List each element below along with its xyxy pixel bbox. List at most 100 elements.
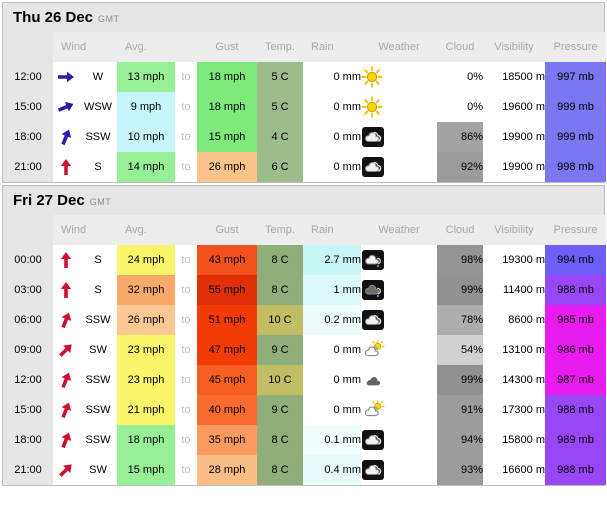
table-row: 21:00 SW 15 mph to 28 mph 8 C 0.4 mm 93% 16600 m… [3, 455, 606, 485]
range-separator: to [181, 374, 191, 386]
table-row: 12:00 W 13 mph to 18 mph 5 C0 mm 0% 18500 m 997 … [3, 62, 606, 92]
wind-gust-cell: 28 mph [197, 455, 257, 485]
rain-cell: 0 mm [303, 122, 361, 152]
visibility-cell: 19300 m [483, 245, 545, 275]
temperature-cell: 4 C [257, 122, 303, 152]
wind-direction-label: SW [89, 464, 107, 476]
row-time: 03:00 [3, 275, 53, 305]
temperature-cell: 5 C [257, 92, 303, 122]
wind-direction-label: SSW [85, 131, 111, 143]
wind-direction-arrow [53, 395, 79, 425]
day-block: Thu 26 Dec GMT Wind Avg. Gust Temp. Rain Weathe… [2, 2, 606, 183]
visibility-cell: 19900 m [483, 122, 545, 152]
wind-avg-cell: 23 mph [117, 365, 175, 395]
temperature-cell: 5 C [257, 62, 303, 92]
row-time: 00:00 [3, 245, 53, 275]
cloud-cell: 92% [437, 152, 483, 182]
range-separator: to [181, 101, 191, 113]
visibility-cell: 16600 m [483, 455, 545, 485]
wind-avg-cell: 24 mph [117, 245, 175, 275]
weather-cell [361, 335, 437, 365]
weather-cell [361, 92, 437, 122]
pressure-cell: 994 mb [545, 245, 606, 275]
pressure-cell: 986 mb [545, 335, 606, 365]
sun-cloud-icon [361, 399, 385, 421]
cloud-cell: 86% [437, 122, 483, 152]
wind-gust-cell: 45 mph [197, 365, 257, 395]
temperature-cell: 9 C [257, 395, 303, 425]
cloud-cell: 0% [437, 92, 483, 122]
wind-gust-cell: 18 mph [197, 62, 257, 92]
temperature-cell: 9 C [257, 335, 303, 365]
wind-gust-cell: 43 mph [197, 245, 257, 275]
table-row: 15:00 SSW 21 mph to 40 mph 9 C0 mm 91% 17300 m9… [3, 395, 606, 425]
pressure-cell: 987 mb [545, 365, 606, 395]
header-wind: Wind [53, 32, 117, 62]
table-row: 00:00 S 24 mph to 43 mph 8 C 2.7 mm 98% 19300 m9… [3, 245, 606, 275]
wind-gust-cell: 51 mph [197, 305, 257, 335]
header-rain: Rain [303, 32, 361, 62]
day-timezone-label: GMT [89, 197, 112, 207]
pressure-cell: 989 mb [545, 425, 606, 455]
wind-direction-label: SSW [85, 374, 111, 386]
day-date-label: Thu 26 Dec [13, 9, 94, 26]
weather-cell [361, 365, 437, 395]
header-avg: Avg. [117, 215, 197, 245]
wind-gust-cell: 55 mph [197, 275, 257, 305]
wind-gust-cell: 26 mph [197, 152, 257, 182]
row-time: 18:00 [3, 425, 53, 455]
wind-avg-cell: 9 mph [117, 92, 175, 122]
wind-direction-label: SW [89, 344, 107, 356]
row-time: 06:00 [3, 305, 53, 335]
pressure-cell: 998 mb [545, 152, 606, 182]
wind-avg-cell: 21 mph [117, 395, 175, 425]
table-row: 18:00 SSW 10 mph to 15 mph 4 C0 mm 86% 19900 m9… [3, 122, 606, 152]
weather-cell [361, 305, 437, 335]
table-row: 18:00 SSW 18 mph to 35 mph 8 C 0.1 mm 94% 15800 … [3, 425, 606, 455]
wind-gust-cell: 15 mph [197, 122, 257, 152]
range-separator: to [181, 344, 191, 356]
sunny-icon [361, 96, 385, 118]
table-header-row: Wind Avg. Gust Temp. Rain Weather Cloud Visibil… [3, 32, 606, 62]
temperature-cell: 10 C [257, 305, 303, 335]
temperature-cell: 8 C [257, 245, 303, 275]
row-time: 21:00 [3, 152, 53, 182]
wind-avg-cell: 18 mph [117, 425, 175, 455]
wind-direction-arrow [53, 305, 79, 335]
pressure-cell: 999 mb [545, 122, 606, 152]
header-temp: Temp. [257, 32, 303, 62]
weather-cell [361, 275, 437, 305]
row-time: 12:00 [3, 62, 53, 92]
wind-gust-cell: 47 mph [197, 335, 257, 365]
forecast-table: Wind Avg. Gust Temp. Rain Weather Cloud Visibil… [3, 215, 606, 485]
header-pressure: Pressure [545, 215, 606, 245]
wind-direction-label: SSW [85, 434, 111, 446]
cloud-cell: 99% [437, 275, 483, 305]
visibility-cell: 11400 m [483, 275, 545, 305]
range-separator: to [181, 71, 191, 83]
range-separator: to [181, 131, 191, 143]
overcast-icon [361, 369, 385, 391]
visibility-cell: 8600 m [483, 305, 545, 335]
pressure-cell: 988 mb [545, 395, 606, 425]
range-separator: to [181, 284, 191, 296]
weather-cell [361, 425, 437, 455]
day-date-label: Fri 27 Dec [13, 192, 85, 209]
day-title: Thu 26 Dec GMT [3, 3, 604, 32]
rain-cell: 0 mm [303, 152, 361, 182]
wind-direction-arrow [53, 455, 79, 485]
rain-cell: 2.7 mm [303, 245, 361, 275]
pressure-cell: 999 mb [545, 92, 606, 122]
forecast-page: Thu 26 Dec GMT Wind Avg. Gust Temp. Rain Weathe… [0, 2, 607, 517]
cloud-cell: 78% [437, 305, 483, 335]
rain-cell: 0 mm [303, 62, 361, 92]
cloud-cell: 91% [437, 395, 483, 425]
wind-direction-label: SSW [85, 404, 111, 416]
cloud-cell: 94% [437, 425, 483, 455]
header-time [3, 32, 53, 62]
header-visibility: Visibility [483, 32, 545, 62]
cloud-cell: 99% [437, 365, 483, 395]
temperature-cell: 6 C [257, 152, 303, 182]
wind-avg-cell: 10 mph [117, 122, 175, 152]
night-rain-icon [361, 249, 385, 271]
